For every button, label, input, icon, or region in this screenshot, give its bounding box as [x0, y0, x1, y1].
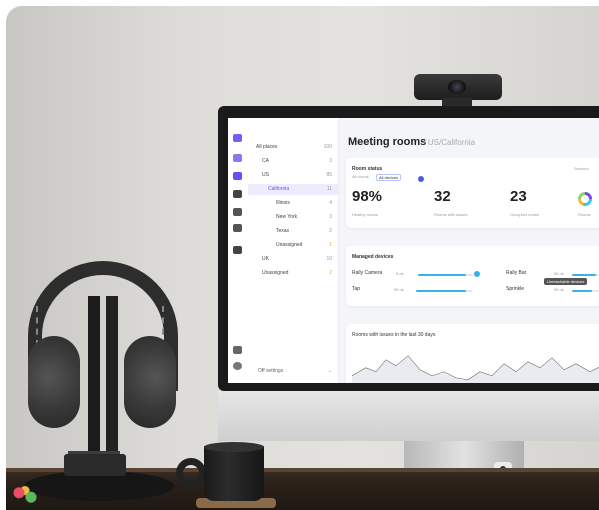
colorful-beads: [10, 484, 40, 506]
home-icon[interactable]: [233, 154, 242, 162]
settings-icon[interactable]: [233, 346, 242, 354]
stat-label: Occupied rooms: [510, 212, 540, 217]
tree-item[interactable]: New York 3: [248, 212, 338, 223]
tree-label: CA: [262, 158, 269, 164]
tree-count: 11: [326, 186, 332, 192]
arrow-right-icon: →: [327, 368, 332, 374]
tree-item[interactable]: UK 10: [248, 254, 338, 265]
logo-icon: [233, 134, 242, 142]
tree-label: Illinois: [276, 200, 290, 206]
filter-chip[interactable]: All devices: [376, 174, 402, 181]
tree-label: UK: [262, 256, 269, 262]
headphone-earcup-right: [124, 336, 176, 428]
settings-link[interactable]: Off settings →: [248, 366, 338, 377]
stat-value: 32: [434, 188, 451, 205]
room-status-side-label: Sensors: [574, 166, 589, 171]
tree-count: 2: [329, 228, 332, 234]
monitor-screen: All places 100 CA 3 US 85 California 11 Illi…: [228, 118, 599, 383]
headphone-stand-block: [64, 454, 126, 476]
icon-rail: [228, 118, 249, 383]
room-status-card: Room status All rooms All devices Sensor…: [346, 158, 599, 228]
tree-label: California: [268, 186, 290, 192]
tree-count: 2: [329, 270, 332, 276]
stat-value: 98%: [352, 188, 383, 205]
avatar[interactable]: [233, 362, 242, 370]
tree-label: New York: [276, 214, 298, 220]
managed-devices-title: Managed devices: [352, 254, 394, 260]
tooltip: Unreachable devices: [544, 278, 588, 285]
stat-label: Rooms with issues: [434, 212, 468, 217]
issues-chart-card: Rooms with issues in the last 30 days: [346, 324, 599, 383]
tree-count: 1: [329, 242, 332, 248]
device-value: 55 ok: [554, 271, 564, 276]
page-location: - US/California: [423, 138, 476, 147]
chart-area: [352, 356, 599, 383]
donut-label: Rooms: [578, 212, 591, 217]
tree-item[interactable]: California 11: [248, 184, 338, 195]
mug-rim: [204, 442, 264, 452]
tree-label: Unassigned: [262, 270, 289, 276]
mug: [204, 446, 264, 501]
issues-line-chart: [351, 355, 599, 383]
tree-count: 100: [323, 144, 332, 150]
device-name: Rally Bar: [506, 270, 527, 276]
device-name: Rally Camera: [352, 270, 383, 276]
device-bar-fill: [416, 290, 467, 292]
device-name: Tap: [352, 286, 361, 292]
people-icon[interactable]: [233, 208, 242, 216]
mug-handle: [176, 458, 206, 488]
device-name: Sprinkle: [506, 286, 525, 292]
tree-item[interactable]: Unassigned 1: [248, 240, 338, 251]
tree-item[interactable]: All places 100: [248, 142, 338, 153]
rooms-donut-chart: [578, 192, 592, 206]
cursor-dot: [418, 176, 424, 182]
device-bar: [418, 274, 474, 276]
photo-frame: All places 100 CA 3 US 85 California 11 Illi…: [6, 6, 599, 510]
room-status-title: Room status: [352, 166, 383, 172]
settings-link-label: Off settings: [258, 368, 284, 374]
tree-label: US: [262, 172, 269, 178]
stat-label: Healthy rooms: [352, 212, 378, 217]
tree-label: Unassigned: [276, 242, 303, 248]
tree-item[interactable]: Unassigned 2: [248, 268, 338, 279]
users-icon[interactable]: [233, 246, 242, 254]
page-title: Meeting rooms: [348, 136, 427, 148]
tree-label: All places: [256, 144, 278, 150]
device-value: 55 ok: [554, 287, 564, 292]
device-bar-fill: [418, 274, 466, 276]
device-value: 8 ok: [396, 271, 404, 276]
device-bar-fill: [572, 274, 596, 276]
chart-title: Rooms with issues in the last 30 days: [352, 332, 436, 338]
device-value: 55 ok: [394, 287, 404, 292]
room-status-subtitle: All rooms: [352, 174, 369, 179]
main-content: Meeting rooms - US/California Room statu…: [338, 118, 599, 383]
rooms-icon[interactable]: [233, 172, 242, 180]
devices-icon[interactable]: [233, 190, 242, 198]
insights-icon[interactable]: [233, 224, 242, 232]
device-bar-fill: [572, 290, 593, 292]
tree-count: 3: [329, 214, 332, 220]
monitor-chin: [218, 391, 599, 441]
tree-item[interactable]: Illinois 4: [248, 198, 338, 209]
tree-item[interactable]: US 85: [248, 170, 338, 181]
device-bar: [572, 274, 599, 276]
tree-count: 4: [329, 200, 332, 206]
location-tree: All places 100 CA 3 US 85 California 11 Illi…: [248, 118, 339, 383]
headphone-earcup-left: [28, 336, 80, 428]
tree-item[interactable]: CA 3: [248, 156, 338, 167]
tree-label: Texas: [276, 228, 290, 234]
tree-item[interactable]: Texas 2: [248, 226, 338, 237]
stat-value: 23: [510, 188, 527, 205]
tree-count: 10: [326, 256, 332, 262]
device-bar: [572, 290, 599, 292]
tree-count: 85: [326, 172, 332, 178]
device-bar: [416, 290, 472, 292]
status-dot: [474, 271, 480, 277]
webcam-lens: [448, 80, 466, 94]
tree-count: 3: [329, 158, 332, 164]
managed-devices-card: Managed devices Rally Camera 8 ok Tap 55…: [346, 246, 599, 306]
